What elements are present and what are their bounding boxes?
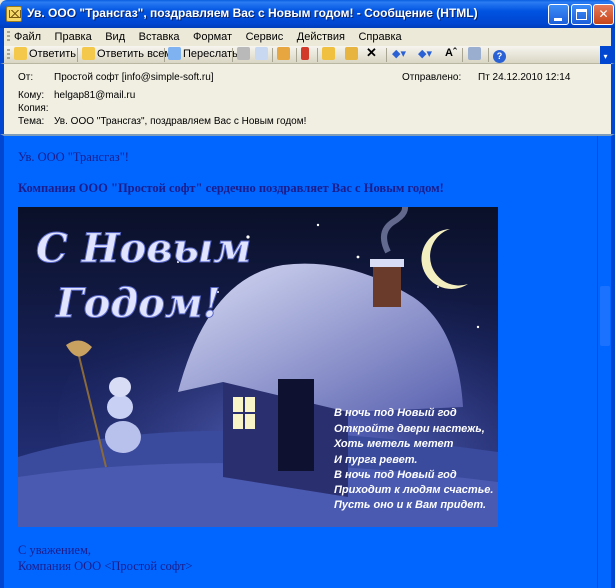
- menu-bar: Файл Правка Вид Вставка Формат Сервис Де…: [0, 28, 615, 46]
- next-item-button[interactable]: ◆▾: [418, 47, 432, 63]
- close-button[interactable]: ✕: [593, 4, 614, 25]
- save-button[interactable]: [345, 47, 360, 63]
- menu-actions[interactable]: Действия: [297, 31, 345, 43]
- toolbar-separator: [272, 48, 273, 62]
- snowman: [105, 421, 141, 453]
- forward-icon: [168, 47, 181, 60]
- card-illustration: С Новым Годом! В ночь под Новый год Откр…: [18, 207, 498, 527]
- categories-icon: [277, 47, 290, 60]
- menu-help[interactable]: Справка: [358, 31, 401, 43]
- toolbar-grip-icon[interactable]: [7, 49, 10, 61]
- move-to-folder-button[interactable]: [322, 47, 337, 63]
- title-bar[interactable]: Ув. ООО "Трансгаз", поздравляем Вас с Но…: [0, 0, 615, 28]
- to-label: Кому:: [18, 90, 45, 101]
- delete-button[interactable]: ✕: [366, 45, 377, 61]
- toolbar-separator: [232, 48, 233, 62]
- card-title-line2: Годом!: [55, 280, 220, 327]
- message-header: От: Простой софт [info@simple-soft.ru] О…: [0, 64, 615, 134]
- toolbar-separator: [296, 48, 297, 62]
- signoff-company-text: Компания ООО <Простой софт>: [18, 559, 193, 573]
- address-book-icon: [468, 47, 481, 60]
- standard-toolbar: Ответить Ответить всем Переслать ✕ ◆▾ ◆▾…: [0, 45, 615, 64]
- toolbar-separator: [77, 48, 78, 62]
- reply-label: Ответить: [29, 48, 77, 60]
- toolbar-separator: [488, 48, 489, 62]
- save-icon: [345, 47, 358, 60]
- menu-format[interactable]: Формат: [193, 31, 232, 43]
- copy-icon: [255, 47, 268, 60]
- maximize-button[interactable]: [571, 4, 592, 25]
- delete-icon: ✕: [366, 45, 377, 60]
- chimney: [373, 262, 401, 307]
- poem-line: Пусть оно и к Вам придет.: [334, 499, 486, 511]
- new-year-card-image: С Новым Годом! В ночь под Новый год Откр…: [18, 207, 498, 527]
- congrats-text: Компания ООО "Простой софт" сердечно поз…: [18, 181, 444, 195]
- reply-all-button[interactable]: Ответить всем: [82, 47, 172, 63]
- poem-line: В ночь под Новый год: [334, 469, 457, 481]
- menu-grip-icon[interactable]: [7, 31, 10, 43]
- sent-label: Отправлено:: [402, 72, 462, 83]
- flag-icon: [301, 47, 309, 60]
- font-size-button[interactable]: Aˆ: [445, 47, 457, 63]
- help-icon: ?: [493, 50, 506, 63]
- cc-label: Копия:: [18, 103, 49, 114]
- scrollbar-thumb[interactable]: [600, 286, 610, 346]
- previous-item-button[interactable]: ◆▾: [392, 47, 406, 63]
- font-size-icon: Aˆ: [445, 47, 457, 59]
- menu-file[interactable]: Файл: [14, 31, 41, 43]
- minimize-icon: [554, 18, 562, 21]
- categories-button[interactable]: [277, 47, 292, 63]
- folder-icon: [322, 47, 335, 60]
- copy-button[interactable]: [255, 47, 270, 63]
- greeting-text: Ув. ООО "Трансгаз"!: [18, 150, 129, 164]
- print-button[interactable]: [237, 47, 252, 63]
- poem-line: Приходит к людям счастье.: [334, 484, 493, 496]
- subject-label: Тема:: [18, 116, 45, 127]
- down-arrow-icon: ◆▾: [418, 48, 432, 60]
- toolbar-options-chevron-icon[interactable]: ▾: [600, 46, 611, 64]
- to-value[interactable]: helgap81@mail.ru: [54, 90, 135, 101]
- toolbar-separator: [386, 48, 387, 62]
- poem-line: И пурга ревет.: [334, 454, 417, 466]
- print-icon: [237, 47, 250, 60]
- house-door: [278, 379, 314, 471]
- from-value[interactable]: Простой софт [info@simple-soft.ru]: [54, 72, 214, 83]
- reply-all-label: Ответить всем: [97, 48, 172, 60]
- sent-value: Пт 24.12.2010 12:14: [478, 72, 571, 83]
- menu-insert[interactable]: Вставка: [139, 31, 180, 43]
- toolbar-separator: [462, 48, 463, 62]
- poem-line: В ночь под Новый год: [334, 407, 457, 419]
- subject-value: Ув. ООО "Трансгаз", поздравляем Вас с Но…: [54, 116, 307, 127]
- maximize-icon: [576, 9, 587, 20]
- reply-button[interactable]: Ответить: [14, 47, 76, 63]
- signoff-text: С уважением,: [18, 543, 91, 557]
- menu-view[interactable]: Вид: [105, 31, 125, 43]
- from-label: От:: [18, 72, 34, 83]
- address-book-button[interactable]: [468, 47, 483, 63]
- reply-all-icon: [82, 47, 95, 60]
- toolbar-separator: [164, 48, 165, 62]
- poem-line: Откройте двери настежь,: [334, 423, 485, 435]
- envelope-icon: [6, 6, 22, 22]
- help-button[interactable]: ?: [493, 47, 508, 63]
- up-arrow-icon: ◆▾: [392, 48, 406, 60]
- forward-button[interactable]: Переслать: [168, 47, 238, 63]
- toolbar-separator: [317, 48, 318, 62]
- forward-label: Переслать: [183, 48, 238, 60]
- vertical-scrollbar[interactable]: [597, 136, 611, 588]
- minimize-button[interactable]: [548, 4, 569, 25]
- card-title-line1: С Новым: [36, 225, 251, 272]
- window-title: Ув. ООО "Трансгаз", поздравляем Вас с Но…: [27, 6, 478, 20]
- menu-edit[interactable]: Правка: [55, 31, 92, 43]
- follow-up-button[interactable]: [301, 47, 311, 63]
- reply-icon: [14, 47, 27, 60]
- menu-tools[interactable]: Сервис: [246, 31, 284, 43]
- message-body-frame[interactable]: Ув. ООО "Трансгаз"! Компания ООО "Просто…: [0, 134, 615, 588]
- poem-line: Хоть метель метет: [333, 438, 454, 450]
